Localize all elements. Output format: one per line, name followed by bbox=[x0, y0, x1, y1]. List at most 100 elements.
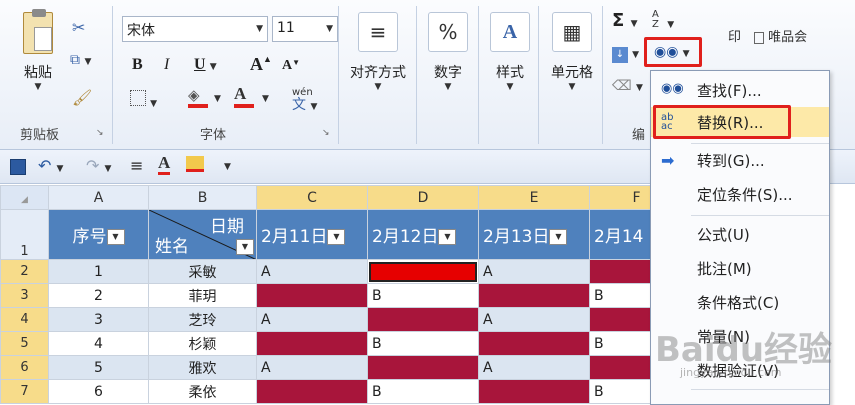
cell[interactable] bbox=[478, 331, 590, 356]
column-header-a[interactable]: A bbox=[48, 185, 149, 210]
clipboard-launcher-icon[interactable]: ↘ bbox=[96, 128, 104, 138]
number-button[interactable]: % 数字 ▼ bbox=[424, 12, 472, 102]
phonetic-icon: 文 ▼ bbox=[292, 97, 318, 113]
cut-icon[interactable]: ✂ bbox=[72, 18, 85, 37]
cell[interactable]: B bbox=[367, 379, 479, 404]
font-launcher-icon[interactable]: ↘ bbox=[322, 128, 330, 138]
cell[interactable] bbox=[367, 355, 479, 380]
paste-dropdown-arrow[interactable]: ▼ bbox=[14, 82, 62, 92]
paste-button[interactable]: 粘贴 ▼ bbox=[14, 9, 62, 102]
filter-dropdown-icon[interactable]: ▼ bbox=[549, 229, 568, 245]
font-name-select[interactable]: 宋体 ▼ bbox=[122, 16, 268, 42]
cell[interactable]: A bbox=[256, 355, 368, 380]
phonetic-button[interactable]: wén 文 ▼ bbox=[292, 84, 317, 113]
grow-font-button[interactable]: A▲ bbox=[250, 54, 272, 75]
row-header[interactable]: 4 bbox=[0, 307, 49, 332]
cell[interactable]: A bbox=[478, 307, 590, 332]
format-painter-icon[interactable]: 🖌 bbox=[72, 88, 92, 107]
cell[interactable]: 5 bbox=[48, 355, 149, 380]
font-color-button[interactable]: A bbox=[234, 84, 254, 108]
cell[interactable]: 2 bbox=[48, 283, 149, 308]
cell[interactable] bbox=[367, 307, 479, 332]
column-header-c[interactable]: C bbox=[256, 185, 368, 210]
cell[interactable]: 6 bbox=[48, 379, 149, 404]
row-header[interactable]: 7 bbox=[0, 379, 49, 404]
row-header[interactable]: 5 bbox=[0, 331, 49, 356]
column-header-b[interactable]: B bbox=[148, 185, 257, 210]
select-all-corner[interactable]: ◢ bbox=[0, 185, 49, 210]
cell[interactable]: A bbox=[256, 307, 368, 332]
menu-item-goto-special[interactable]: 定位条件(S)... bbox=[651, 179, 829, 209]
fill-color-icon[interactable] bbox=[186, 156, 204, 172]
undo-icon[interactable]: ↶ ▼ bbox=[38, 156, 63, 175]
align-icon[interactable]: ≡ bbox=[130, 156, 143, 175]
header-cell-a[interactable]: 序号 ▼ bbox=[48, 209, 149, 260]
menu-item-conditional-formatting[interactable]: 条件格式(C) bbox=[651, 287, 829, 317]
cell[interactable]: 采敏 bbox=[148, 259, 257, 284]
font-color-icon[interactable]: A bbox=[158, 154, 171, 175]
row-header[interactable]: 2 bbox=[0, 259, 49, 284]
cell[interactable] bbox=[256, 283, 368, 308]
customize-qat-icon[interactable]: ▼ bbox=[224, 162, 231, 172]
font-size-select[interactable]: 11 ▼ bbox=[272, 16, 338, 42]
clear-button[interactable]: ⌫ ▼ bbox=[612, 78, 643, 94]
save-icon[interactable] bbox=[10, 159, 26, 175]
header-cell-e[interactable]: 2月13日 ▼ bbox=[478, 209, 590, 260]
cell[interactable]: 芝玲 bbox=[148, 307, 257, 332]
cell[interactable]: 3 bbox=[48, 307, 149, 332]
cell[interactable]: 菲玥 bbox=[148, 283, 257, 308]
sort-filter-button[interactable]: A Z ▼ bbox=[652, 10, 674, 31]
bold-button[interactable]: B bbox=[132, 56, 143, 74]
cell-selected[interactable] bbox=[367, 259, 479, 284]
italic-button[interactable]: I bbox=[164, 56, 169, 74]
cell[interactable]: 杉颖 bbox=[148, 331, 257, 356]
border-button[interactable]: ▼ bbox=[130, 90, 157, 110]
cell[interactable]: 雅欢 bbox=[148, 355, 257, 380]
filter-dropdown-icon[interactable]: ▼ bbox=[106, 229, 125, 245]
chevron-down-icon[interactable]: ▼ bbox=[214, 94, 221, 104]
cell[interactable] bbox=[256, 331, 368, 356]
column-header-d[interactable]: D bbox=[367, 185, 479, 210]
chevron-down-icon[interactable]: ▼ bbox=[262, 94, 269, 104]
cell[interactable]: B bbox=[367, 283, 479, 308]
shrink-font-button[interactable]: A▼ bbox=[282, 58, 300, 74]
filter-dropdown-icon[interactable]: ▼ bbox=[438, 229, 457, 245]
underline-button[interactable]: U ▼ bbox=[194, 56, 217, 74]
alignment-button[interactable]: ≡ 对齐方式 ▼ bbox=[350, 12, 406, 102]
header-cell-c[interactable]: 2月11日 ▼ bbox=[256, 209, 368, 260]
cell[interactable]: A bbox=[256, 259, 368, 284]
menu-item-comments[interactable]: 批注(M) bbox=[651, 253, 829, 283]
menu-item-formulas[interactable]: 公式(U) bbox=[651, 219, 829, 249]
cell[interactable]: 4 bbox=[48, 331, 149, 356]
cells-button[interactable]: ▦ 单元格 ▼ bbox=[546, 12, 598, 102]
filter-dropdown-icon[interactable]: ▼ bbox=[236, 239, 254, 255]
cell[interactable] bbox=[478, 379, 590, 404]
copy-icon[interactable]: ⧉ ▼ bbox=[70, 52, 91, 68]
cell[interactable]: A bbox=[478, 355, 590, 380]
menu-item-goto[interactable]: ➡ 转到(G)... bbox=[651, 145, 829, 175]
row-header[interactable]: 6 bbox=[0, 355, 49, 380]
row-header[interactable]: 3 bbox=[0, 283, 49, 308]
cell[interactable]: B bbox=[367, 331, 479, 356]
menu-item-find[interactable]: ◉◉ 查找(F)... bbox=[651, 75, 829, 105]
cell[interactable] bbox=[478, 283, 590, 308]
fill-button[interactable]: ↓ ▼ bbox=[612, 46, 639, 63]
filter-dropdown-icon[interactable]: ▼ bbox=[327, 229, 346, 245]
tab-vip[interactable]: 唯品会 bbox=[754, 26, 807, 45]
underline-label: U bbox=[194, 56, 206, 73]
fill-color-button[interactable]: ◈ bbox=[188, 86, 208, 108]
table-row: 3 2 菲玥 B B bbox=[0, 283, 684, 308]
header-cell-b[interactable]: 日期 姓名 ▼ bbox=[148, 209, 257, 260]
tab-print[interactable]: 印 bbox=[728, 26, 741, 45]
cell[interactable]: A bbox=[478, 259, 590, 284]
table-header-row: 1 序号 ▼ 日期 姓名 ▼ 2月11日 ▼ 2月12日 ▼ 2月13日 ▼ 2月14 bbox=[0, 209, 684, 260]
cell[interactable] bbox=[256, 379, 368, 404]
styles-button[interactable]: A 样式 ▼ bbox=[486, 12, 534, 102]
autosum-button[interactable]: Σ ▼ bbox=[612, 10, 638, 31]
redo-icon[interactable]: ↷ ▼ bbox=[86, 156, 111, 175]
header-cell-d[interactable]: 2月12日 ▼ bbox=[367, 209, 479, 260]
row-header[interactable]: 1 bbox=[0, 209, 49, 260]
cell[interactable]: 柔依 bbox=[148, 379, 257, 404]
column-header-e[interactable]: E bbox=[478, 185, 590, 210]
cell[interactable]: 1 bbox=[48, 259, 149, 284]
